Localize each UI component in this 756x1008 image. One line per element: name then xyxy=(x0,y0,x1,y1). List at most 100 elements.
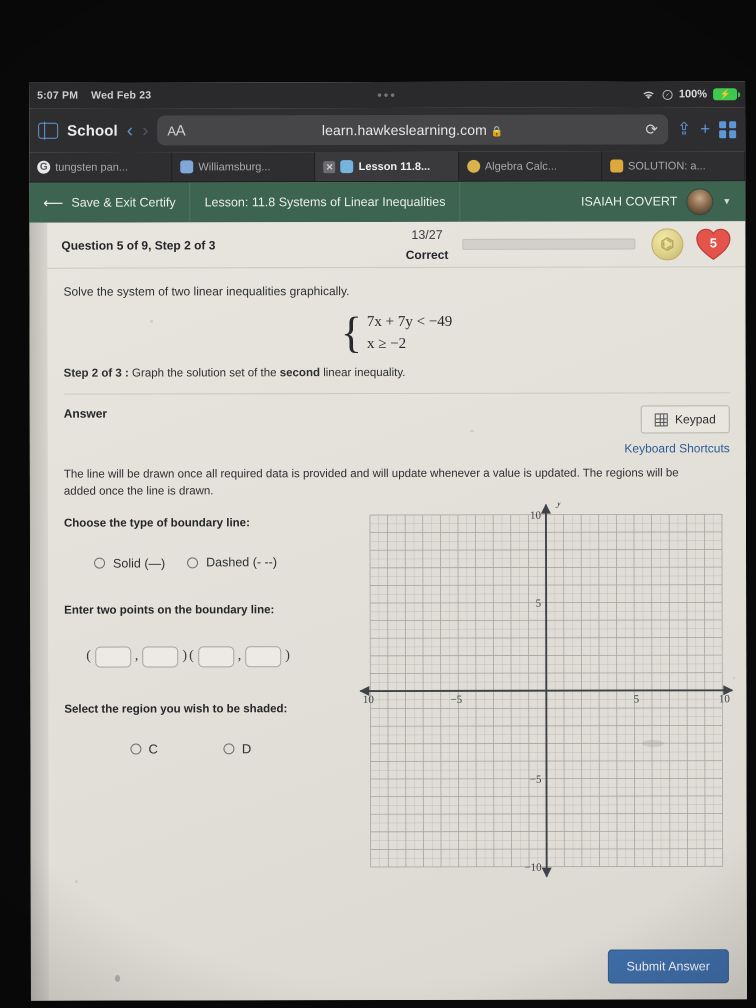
arrow-left-icon: ⟵ xyxy=(43,194,64,211)
question-panel: Question 5 of 9, Step 2 of 3 13/27 Corre… xyxy=(47,221,747,1001)
y-tick-label: 10 xyxy=(530,510,542,522)
eq-rel: ≥ xyxy=(378,336,387,353)
comma-2: , xyxy=(237,648,242,664)
tab-grid-icon[interactable] xyxy=(719,120,737,138)
graph-svg[interactable]: 10−5510−10−5510xy xyxy=(358,503,735,880)
keypad-grid-icon xyxy=(655,412,669,426)
system-of-inequalities: { 7x + 7y < −49 x ≥ −2 xyxy=(64,308,730,357)
sidebar-icon[interactable] xyxy=(38,122,59,139)
step-text-bold: second xyxy=(279,367,321,380)
user-name: ISAIAH COVERT xyxy=(581,194,678,209)
address-bar[interactable]: AA learn.hawkeslearning.com 🔒 ⟳ xyxy=(157,114,668,146)
save-exit-label: Save & Exit Certify xyxy=(71,195,176,210)
radio-dashed[interactable] xyxy=(187,557,199,569)
plus-icon[interactable]: + xyxy=(700,119,710,139)
point2-x-input[interactable] xyxy=(197,646,234,668)
equation-row: x ≥ −2 xyxy=(367,336,452,353)
boundary-line-title: Choose the type of boundary line: xyxy=(63,517,250,531)
region-c-label: C xyxy=(148,741,158,757)
score-fraction: 13/27 xyxy=(411,227,443,242)
region-options: C D xyxy=(130,741,354,756)
tab-title: Lesson 11.8... xyxy=(358,160,431,173)
y-axis-arrow-down xyxy=(541,868,552,879)
comma-1: , xyxy=(134,648,139,664)
point2-y-input[interactable] xyxy=(245,645,282,668)
radio-region-d[interactable] xyxy=(223,743,235,755)
eq-rhs: −2 xyxy=(390,335,407,352)
keypad-button[interactable]: Keypad xyxy=(641,405,730,434)
keyboard-shortcuts-link[interactable]: Keyboard Shortcuts xyxy=(624,441,729,455)
google-icon: G xyxy=(37,160,51,174)
close-icon[interactable]: ✕ xyxy=(323,160,336,173)
hawkes-coin-icon: ⌬ xyxy=(651,227,684,260)
radio-dashed-label: Dashed (- --) xyxy=(206,555,277,570)
reload-icon[interactable]: ⟳ xyxy=(645,120,658,138)
x-tick-label: 5 xyxy=(634,694,640,706)
submit-answer-button[interactable]: Submit Answer xyxy=(607,949,729,984)
chevron-down-icon[interactable]: ▼ xyxy=(722,196,731,206)
save-exit-button[interactable]: ⟵ Save & Exit Certify xyxy=(29,182,191,223)
browser-tab[interactable]: G tungsten pan... xyxy=(29,152,173,182)
avatar xyxy=(686,187,714,215)
browser-tab-active[interactable]: ✕ Lesson 11.8... xyxy=(315,151,459,182)
ios-status-bar: 5:07 PM Wed Feb 23 ••• 100% ⚡ xyxy=(29,81,746,109)
problem-prompt: Solve the system of two linear inequalit… xyxy=(63,284,350,299)
radio-solid[interactable] xyxy=(94,557,106,569)
profile-label[interactable]: School xyxy=(67,122,118,139)
hearts-count: 5 xyxy=(709,235,718,251)
x-tick-label: 10 xyxy=(719,694,731,706)
share-icon[interactable]: ⇪ xyxy=(677,119,691,139)
tab-title: Algebra Calc... xyxy=(484,160,557,173)
region-option-d[interactable]: D xyxy=(223,741,252,757)
question-label: Question 5 of 9, Step 2 of 3 xyxy=(61,237,216,253)
photo-frame: 5:07 PM Wed Feb 23 ••• 100% ⚡ School ‹ ›… xyxy=(0,0,756,1008)
coordinate-graph[interactable]: 10−5510−10−5510xy xyxy=(358,503,735,880)
tab-title: SOLUTION: a... xyxy=(628,159,706,172)
solution-icon xyxy=(610,159,624,173)
battery-charging-icon: ⚡ xyxy=(713,88,738,101)
content-sheet: Question 5 of 9, Step 2 of 3 13/27 Corre… xyxy=(29,221,747,1001)
multitask-dots-icon[interactable]: ••• xyxy=(377,87,397,102)
url-text: learn.hawkeslearning.com xyxy=(321,121,487,139)
radio-region-c[interactable] xyxy=(130,743,142,755)
hearts-badge: 5 xyxy=(695,227,731,261)
answer-header-row: Answer Keypad Keyboard Shortcuts xyxy=(48,393,746,456)
point1-x-input[interactable] xyxy=(94,646,131,668)
lesson-title-text: Lesson: 11.8 Systems of Linear Inequalit… xyxy=(204,194,446,210)
y-tick-label: 5 xyxy=(536,598,542,610)
answer-tools: Keypad Keyboard Shortcuts xyxy=(624,405,730,456)
page-gutter xyxy=(29,222,49,1001)
tab-strip: G tungsten pan... Williamsburg... ✕ Less… xyxy=(29,151,746,183)
eq-rhs: −49 xyxy=(428,313,453,330)
close-paren-2: ) xyxy=(285,648,290,664)
open-paren-1: ( xyxy=(86,648,91,664)
safari-toolbar: School ‹ › AA learn.hawkeslearning.com 🔒… xyxy=(29,107,746,153)
x-tick-label: −5 xyxy=(450,694,462,706)
status-date: Wed Feb 23 xyxy=(91,89,152,102)
tab-title: tungsten pan... xyxy=(55,161,129,174)
battery-percent: 100% xyxy=(678,88,708,101)
browser-tab[interactable]: Williamsburg... xyxy=(172,152,316,182)
y-tick-label: −5 xyxy=(530,774,542,786)
app-header: ⟵ Save & Exit Certify Lesson: 11.8 Syste… xyxy=(29,181,746,223)
url-text-wrap: learn.hawkeslearning.com 🔒 xyxy=(157,121,668,138)
step-text-after: linear inequality. xyxy=(323,366,406,380)
open-paren-2: ( xyxy=(189,648,194,664)
y-tick-label: −10 xyxy=(524,862,542,874)
chevron-left-icon[interactable]: ‹ xyxy=(127,120,133,141)
chevron-right-icon[interactable]: › xyxy=(142,120,148,141)
browser-tab[interactable]: Algebra Calc... xyxy=(458,151,603,181)
step-prefix: Step 2 of 3 : xyxy=(63,367,129,380)
score-block: 13/27 Correct xyxy=(406,224,449,264)
location-icon xyxy=(662,89,673,100)
user-menu[interactable]: ISAIAH COVERT ▼ xyxy=(567,181,745,221)
eq-lhs: 7x + 7y xyxy=(366,313,413,331)
point1-y-input[interactable] xyxy=(142,646,179,668)
y-axis xyxy=(544,505,548,878)
region-d-label: D xyxy=(241,741,252,757)
problem-body: Solve the system of two linear inequalit… xyxy=(47,267,745,395)
status-right-cluster: 100% ⚡ xyxy=(641,88,738,101)
region-option-c[interactable]: C xyxy=(130,741,158,757)
browser-tab[interactable]: SOLUTION: a... xyxy=(601,151,746,181)
close-paren-1: ) xyxy=(182,648,188,664)
